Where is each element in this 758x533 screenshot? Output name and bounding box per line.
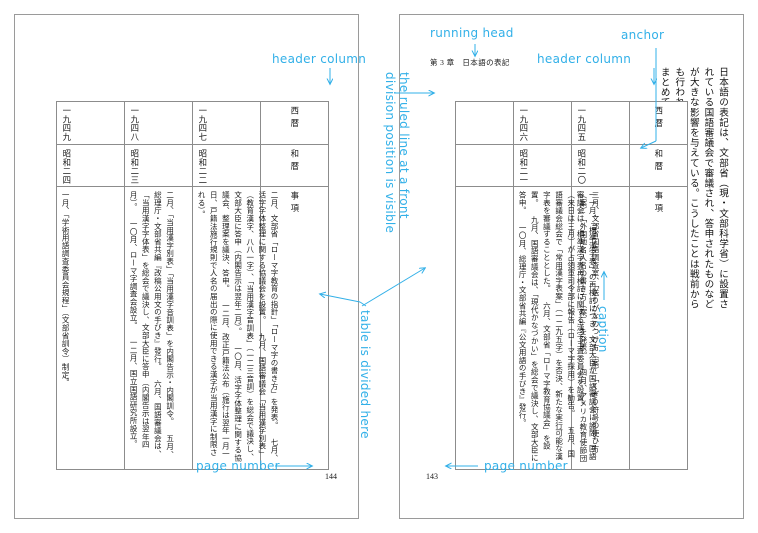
header-text: 和暦 [653, 148, 664, 174]
cell-text: 昭和二四 [61, 148, 72, 185]
header-cell-items: 事項 [629, 186, 688, 471]
cell-wareki-1948: 昭和二三 [124, 143, 193, 188]
spread-canvas: 一九四九 一九四八 一九四七 西暦 昭和二四 昭和二三 昭和二二 和暦 一月、「… [0, 0, 758, 533]
page-number-right: 143 [426, 472, 438, 481]
cell-seireki-1948: 一九四八 [124, 101, 193, 145]
cell-seireki-empty [455, 101, 514, 145]
header-cell-wareki: 和暦 [260, 143, 329, 188]
table-left: 一九四九 一九四八 一九四七 西暦 昭和二四 昭和二三 昭和二二 和暦 一月、「… [56, 101, 329, 471]
cell-text: 昭和二一 [518, 148, 529, 185]
header-text: 西暦 [653, 106, 664, 131]
cell-wareki-1945: 昭和二〇 [571, 143, 630, 188]
header-cell-seireki: 西暦 [260, 101, 329, 145]
cell-seireki-1945: 一九四五 [571, 101, 630, 145]
cell-items-1949: 一月、「学術用語調査委員会規程」（文部省訓令）制定。 [56, 186, 125, 471]
header-cell-wareki: 和暦 [629, 143, 688, 188]
cell-text: 昭和二三 [129, 148, 140, 185]
cell-text: 一一月、「標準漢字表」の再検討につき、文部大臣が国語審議会に諮問。国語審議会は、… [576, 191, 598, 461]
cell-text: 一九四七 [197, 106, 208, 142]
cell-wareki-empty [455, 143, 514, 188]
table-row-seireki: 一九四六 一九四五 西暦 [455, 101, 688, 145]
cell-wareki-1946: 昭和二一 [513, 143, 572, 188]
table-row-items: 三月、文部省国語調査室、「送りがなのつけ方（案）」「くぎり符号の使ひ方（案）」「… [455, 186, 688, 471]
cell-text: 一九四五 [576, 106, 587, 142]
cell-text: 一月、「学術用語調査委員会規程」（文部省訓令）制定。 [61, 191, 71, 387]
header-text: 事項 [653, 191, 664, 216]
cell-items-1948: 二月、「当用漢字別表」「当用漢字音訓表」を内閣告示・内閣訓令。 五月、総理庁・文… [124, 186, 193, 471]
cell-text: 一九四六 [518, 106, 529, 142]
table-right: 一九四六 一九四五 西暦 昭和二一 昭和二〇 和暦 三月、文部省国語調査室、「送… [455, 101, 688, 471]
header-text: 和暦 [289, 148, 300, 174]
cell-text: 二月、「当用漢字別表」「当用漢字音訓表」を内閣告示・内閣訓令。 五月、総理庁・文… [129, 191, 175, 459]
table-row-wareki: 昭和二一 昭和二〇 和暦 [455, 143, 688, 188]
cell-items-empty [455, 186, 514, 471]
table-row-wareki: 昭和二四 昭和二三 昭和二二 和暦 [56, 143, 329, 188]
cell-wareki-1949: 昭和二四 [56, 143, 125, 188]
cell-items-1946: 三月、文部省国語調査室、「送りがなのつけ方（案）」「くぎり符号の使ひ方（案）」「… [513, 186, 600, 471]
cell-seireki-1946: 一九四六 [513, 101, 572, 145]
page-number-left: 144 [325, 472, 337, 481]
page-right: 第 3 章 日本語の表記 日本語の表記は、文部省（現・文部科学省）に設置されてい… [399, 14, 744, 519]
table-row-items: 一月、「学術用語調査委員会規程」（文部省訓令）制定。 二月、「当用漢字別表」「当… [56, 186, 329, 471]
cell-text: 昭和二〇 [576, 148, 587, 185]
header-text: 事項 [289, 191, 300, 216]
cell-text: 二月、文部省「ローマ字教育の指針」「ローマ字の書き方」を発表。 七月、活字字体整… [197, 191, 279, 462]
table-row-seireki: 一九四九 一九四八 一九四七 西暦 [56, 101, 329, 145]
leader-join-left [359, 301, 367, 307]
running-head: 第 3 章 日本語の表記 [430, 58, 510, 67]
cell-seireki-1949: 一九四九 [56, 101, 125, 145]
cell-items-1947: 二月、文部省「ローマ字教育の指針」「ローマ字の書き方」を発表。 七月、活字字体整… [192, 186, 279, 471]
header-text: 西暦 [289, 106, 300, 131]
cell-text: 一九四八 [129, 106, 140, 142]
cell-text: 昭和二二 [197, 148, 208, 185]
cell-text: 一九四九 [61, 106, 72, 142]
cell-seireki-1947: 一九四七 [192, 101, 261, 145]
header-cell-seireki: 西暦 [629, 101, 688, 145]
annotation-table-divided: table is divided here [358, 310, 372, 439]
cell-wareki-1947: 昭和二二 [192, 143, 261, 188]
page-left: 一九四九 一九四八 一九四七 西暦 昭和二四 昭和二三 昭和二二 和暦 一月、「… [14, 14, 359, 519]
